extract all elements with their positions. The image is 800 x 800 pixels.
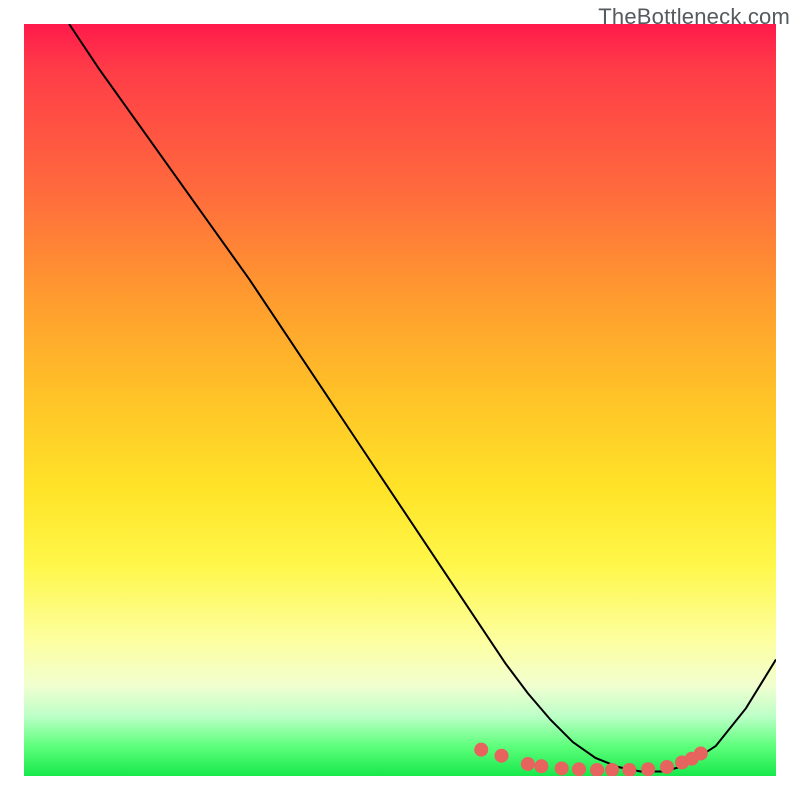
data-point: [641, 762, 655, 776]
data-point: [534, 759, 548, 773]
data-point: [555, 761, 569, 775]
data-point: [572, 762, 586, 776]
data-points-group: [474, 743, 708, 776]
data-point: [660, 760, 674, 774]
data-point: [605, 763, 619, 776]
data-point: [694, 746, 708, 760]
data-point: [495, 749, 509, 763]
data-point: [521, 757, 535, 771]
data-point: [622, 763, 636, 776]
bottleneck-curve: [69, 24, 776, 771]
data-point: [590, 763, 604, 776]
data-point: [474, 743, 488, 757]
watermark-label: TheBottleneck.com: [598, 4, 790, 30]
curve-overlay: [24, 24, 776, 776]
chart-frame: TheBottleneck.com: [0, 0, 800, 800]
